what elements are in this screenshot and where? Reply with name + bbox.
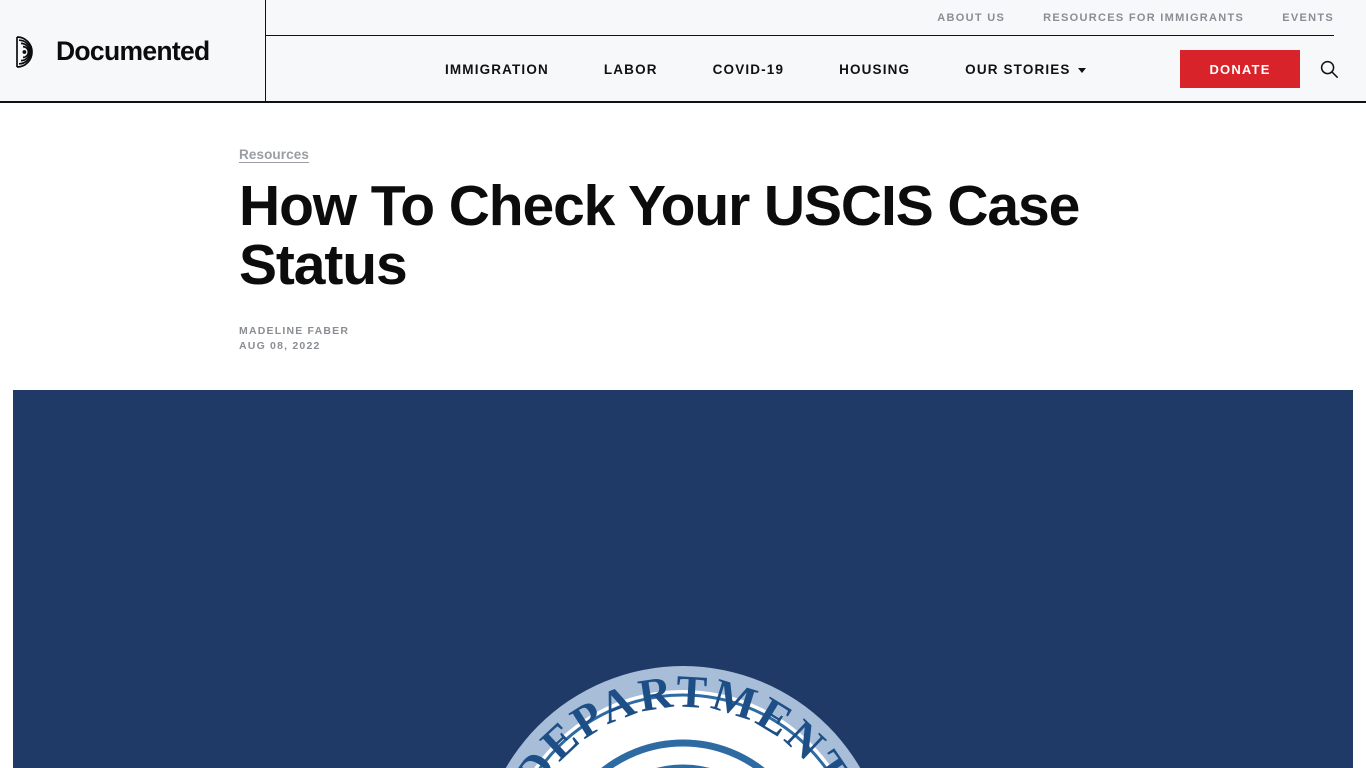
page-title: How To Check Your USCIS Case Status xyxy=(239,174,1080,298)
search-button[interactable] xyxy=(1306,46,1352,92)
logo-dot xyxy=(22,49,27,54)
article-date: AUG 08, 2022 xyxy=(239,339,321,352)
utility-nav: ABOUT US RESOURCES FOR IMMIGRANTS EVENTS xyxy=(937,0,1334,35)
article-header: Resources How To Check Your USCIS Case S… xyxy=(0,103,1366,354)
nav-item-covid-19[interactable]: COVID-19 xyxy=(713,62,784,77)
article-meta: MADELINE FABER AUG 08, 2022 xyxy=(239,324,1366,354)
utility-link-events[interactable]: EVENTS xyxy=(1282,12,1334,24)
header-actions: DONATE xyxy=(1180,36,1366,102)
nav-item-housing[interactable]: HOUSING xyxy=(839,62,910,77)
article-author: MADELINE FABER xyxy=(239,324,350,337)
nav-item-labor[interactable]: LABOR xyxy=(604,62,658,77)
donate-button[interactable]: DONATE xyxy=(1180,50,1300,88)
nav-item-our-stories-label: OUR STORIES xyxy=(965,61,1071,77)
nav-item-covid-19-label: COVID-19 xyxy=(712,61,785,77)
search-icon xyxy=(1320,60,1338,78)
hero-image: DEPARTMENT xyxy=(13,389,1353,768)
nav-item-immigration[interactable]: IMMIGRATION xyxy=(445,62,549,77)
utility-link-about-us[interactable]: ABOUT US xyxy=(937,12,1005,24)
dhs-seal-icon: DEPARTMENT xyxy=(504,665,861,768)
site-logo-link[interactable]: Documented xyxy=(0,0,265,103)
nav-item-housing-label: HOUSING xyxy=(839,61,911,77)
nav-item-labor-label: LABOR xyxy=(603,61,658,77)
utility-link-resources-for-immigrants[interactable]: RESOURCES FOR IMMIGRANTS xyxy=(1043,12,1244,24)
site-header: Documented ABOUT US RESOURCES FOR IMMIGR… xyxy=(0,0,1366,103)
brand-name: Documented xyxy=(56,36,210,66)
main-nav: IMMIGRATION LABOR COVID-19 HOUSING OUR S… xyxy=(445,62,1086,77)
article-main: Resources How To Check Your USCIS Case S… xyxy=(0,103,1366,768)
nav-item-our-stories[interactable]: OUR STORIES xyxy=(965,61,1086,77)
article-category-link[interactable]: Resources xyxy=(239,147,309,162)
concentric-arc-d-logo-icon xyxy=(16,35,33,68)
nav-item-immigration-label: IMMIGRATION xyxy=(445,61,549,77)
chevron-down-icon xyxy=(1077,67,1086,73)
